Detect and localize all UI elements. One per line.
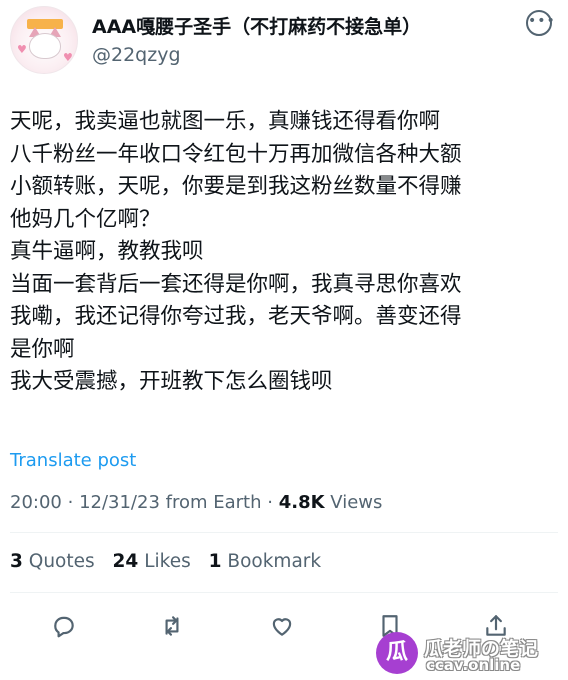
tweet-line: 小额转账，天呢，你要是到我这粉丝数量不得赚 <box>10 174 462 199</box>
tweet-source: from Earth <box>165 492 262 513</box>
translate-link[interactable]: Translate post <box>10 450 136 471</box>
tweet-line: 是你啊 <box>10 336 75 362</box>
heart-icon: ♥ <box>63 51 73 64</box>
views-label: Views <box>330 492 383 513</box>
watermark: 瓜 瓜老师の笔记 ccav.online <box>376 632 566 676</box>
tweet-time[interactable]: 20:00 <box>10 492 62 513</box>
bookmarks-stat[interactable]: 1 Bookmark <box>209 551 322 572</box>
tweet-text: 天呢，我卖逼也就图一乐，真赚钱还得看你啊 八千粉丝一年收口令红包十万再加微信各种… <box>10 106 558 399</box>
cat-icon <box>29 33 61 59</box>
quotes-count: 3 <box>10 551 23 572</box>
tweet-date[interactable]: 12/31/23 <box>79 492 160 513</box>
likes-count: 24 <box>112 551 139 572</box>
display-name[interactable]: AAA嘎腰子圣手（不打麻药不接急单） <box>92 12 421 39</box>
divider <box>10 592 558 593</box>
quotes-label: Quotes <box>28 551 95 572</box>
divider <box>10 532 558 533</box>
tweet-line: 当面一套背后一套还得是你啊，我真寻思你喜欢 <box>10 271 462 297</box>
tweet-meta: 20:00 · 12/31/23 from Earth · 4.8K Views <box>10 492 382 513</box>
quotes-stat[interactable]: 3 Quotes <box>10 551 95 572</box>
separator-dot: · <box>67 492 80 513</box>
heart-icon: ♥ <box>17 43 27 56</box>
user-handle[interactable]: @22qzyg <box>92 44 181 66</box>
views-count: 4.8K <box>278 492 325 513</box>
tweet-header: ♥ ♥ AAA嘎腰子圣手（不打麻药不接急单） @22qzyg ••• <box>10 6 558 76</box>
like-icon[interactable] <box>262 606 302 646</box>
bookmarks-count: 1 <box>208 551 222 572</box>
more-options-icon[interactable]: ••• <box>526 10 555 36</box>
separator-dot: · <box>267 492 279 513</box>
tweet-line: 他妈几个亿啊？ <box>10 206 161 232</box>
watermark-logo-icon: 瓜 <box>376 632 418 674</box>
tweet-line: 我大受震撼，开班教下怎么圈钱呗 <box>10 369 333 394</box>
bookmarks-label: Bookmark <box>227 551 322 572</box>
likes-label: Likes <box>144 551 191 572</box>
avatar[interactable]: ♥ ♥ <box>10 6 78 74</box>
tweet-line: 八千粉丝一年收口令红包十万再加微信各种大额 <box>10 141 462 167</box>
tweet-line: 天呢，我卖逼也就图一乐，真赚钱还得看你啊 <box>10 109 441 134</box>
repost-icon[interactable] <box>152 606 192 646</box>
watermark-url: ccav.online <box>426 656 521 674</box>
likes-stat[interactable]: 24 Likes <box>113 551 191 572</box>
engagement-stats: 3 Quotes 24 Likes 1 Bookmark <box>10 551 333 572</box>
tweet-line: 我嘞，我还记得你夸过我，老天爷啊。善变还得 <box>10 304 462 329</box>
tweet-line: 真牛逼啊，教教我呗 <box>10 239 204 264</box>
reply-icon[interactable] <box>44 606 84 646</box>
